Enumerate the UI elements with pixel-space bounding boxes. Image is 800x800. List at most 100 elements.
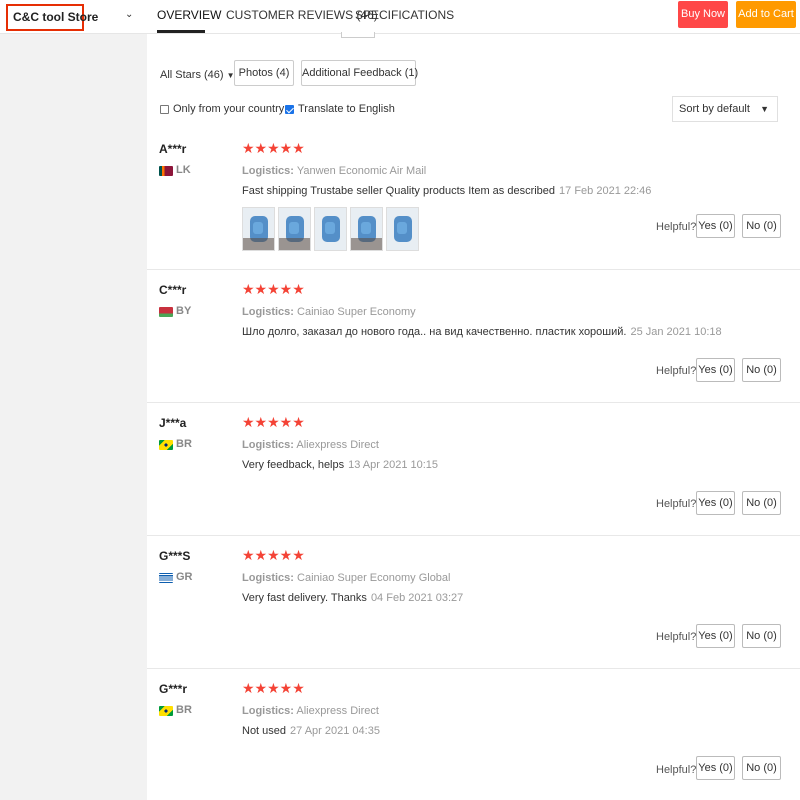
review-item: A***r LK ★★★★★ Logistics: Yanwen Economi… <box>147 130 800 270</box>
tab-overview[interactable]: OVERVIEW <box>157 8 221 22</box>
review-photo[interactable] <box>314 207 347 251</box>
helpful-yes-button[interactable]: Yes (0) <box>696 756 735 780</box>
rating-stars: ★★★★★ <box>242 140 305 156</box>
review-date: 13 Apr 2021 10:15 <box>348 459 439 471</box>
review-date: 17 Feb 2021 22:46 <box>559 185 652 197</box>
chevron-down-icon: ▼ <box>760 104 769 114</box>
reviewer-name: J***a <box>159 416 187 430</box>
helpful-yes-button[interactable]: Yes (0) <box>696 491 735 515</box>
helpful-yes-button[interactable]: Yes (0) <box>696 624 735 648</box>
logistics-info: Logistics: Yanwen Economic Air Mail <box>242 165 426 177</box>
review-text-line: Шло долго, заказал до нового года.. на в… <box>242 326 722 338</box>
helpful-label: Helpful? <box>656 764 697 776</box>
helpful-no-button[interactable]: No (0) <box>742 214 781 238</box>
logistics-value: Yanwen Economic Air Mail <box>296 165 427 177</box>
reviewer-name: G***r <box>159 682 188 696</box>
helpful-label: Helpful? <box>656 498 697 510</box>
flag-gr-icon <box>159 573 173 583</box>
helpful-yes-button[interactable]: Yes (0) <box>696 214 735 238</box>
tab-specifications[interactable]: SPECIFICATIONS <box>355 8 454 22</box>
review-date: 27 Apr 2021 04:35 <box>290 725 380 737</box>
sort-select[interactable]: Sort by default ▼ <box>672 96 778 122</box>
review-text-line: Not used 27 Apr 2021 04:35 <box>242 725 380 737</box>
logistics-info: Logistics: Cainiao Super Economy <box>242 306 416 318</box>
photos-filter-button[interactable]: Photos (4) <box>234 60 294 86</box>
review-date: 25 Jan 2021 10:18 <box>630 326 722 338</box>
top-nav: OVERVIEW CUSTOMER REVIEWS (46) SPECIFICA… <box>147 0 800 38</box>
logistics-label: Logistics: <box>242 572 294 584</box>
reviewer-country: BR <box>176 704 192 716</box>
store-header: C&C tool Store ⌄ <box>0 0 147 34</box>
logistics-value: Cainiao Super Economy <box>297 306 416 318</box>
reviewer-name: C***r <box>159 283 187 297</box>
store-name[interactable]: C&C tool Store <box>6 4 98 31</box>
sort-label: Sort by default <box>679 103 750 115</box>
translate-checkbox[interactable]: Translate to English <box>285 103 395 115</box>
helpful-label: Helpful? <box>656 365 697 377</box>
checkbox-icon <box>160 104 169 114</box>
review-text: Not used <box>242 725 287 737</box>
translate-label: Translate to English <box>298 103 395 115</box>
reviewer-country: BR <box>176 438 192 450</box>
review-photos <box>242 207 419 251</box>
logistics-value: Cainiao Super Economy Global <box>297 572 451 584</box>
only-country-checkbox[interactable]: Only from your country <box>160 103 284 115</box>
additional-feedback-button[interactable]: Additional Feedback (1) <box>301 60 418 86</box>
all-stars-filter[interactable]: All Stars (46) ▼ <box>160 69 235 81</box>
logistics-value: Aliexpress Direct <box>296 439 379 451</box>
review-item: J***a BR ★★★★★ Logistics: Aliexpress Dir… <box>147 404 800 536</box>
review-text-line: Fast shipping Trustabe seller Quality pr… <box>242 185 651 197</box>
review-text-line: Very feedback, helps 13 Apr 2021 10:15 <box>242 459 438 471</box>
rating-stars: ★★★★★ <box>242 680 305 696</box>
reviewer-country: BY <box>176 305 192 317</box>
review-item: C***r BY ★★★★★ Logistics: Cainiao Super … <box>147 271 800 403</box>
sidebar <box>0 0 147 800</box>
review-text: Fast shipping Trustabe seller Quality pr… <box>242 185 556 197</box>
add-to-cart-button[interactable]: Add to Cart <box>736 1 796 28</box>
review-photo[interactable] <box>242 207 275 251</box>
helpful-label: Helpful? <box>656 221 697 233</box>
review-item: G***r BR ★★★★★ Logistics: Aliexpress Dir… <box>147 670 800 800</box>
flag-by-icon <box>159 307 173 317</box>
reviewer-name: G***S <box>159 549 191 563</box>
logistics-info: Logistics: Aliexpress Direct <box>242 705 379 717</box>
reviewer-country: LK <box>176 164 191 176</box>
logistics-label: Logistics: <box>242 705 294 717</box>
helpful-no-button[interactable]: No (0) <box>742 756 781 780</box>
logistics-info: Logistics: Aliexpress Direct <box>242 439 379 451</box>
flag-br-icon <box>159 440 173 450</box>
review-photo[interactable] <box>278 207 311 251</box>
review-item: G***S GR ★★★★★ Logistics: Cainiao Super … <box>147 537 800 669</box>
review-date: 04 Feb 2021 03:27 <box>370 592 464 604</box>
helpful-yes-button[interactable]: Yes (0) <box>696 358 735 382</box>
flag-br-icon <box>159 706 173 716</box>
logistics-label: Logistics: <box>242 165 294 177</box>
helpful-no-button[interactable]: No (0) <box>742 358 781 382</box>
rating-stars: ★★★★★ <box>242 414 305 430</box>
all-stars-label: All Stars (46) <box>160 69 224 81</box>
logistics-info: Logistics: Cainiao Super Economy Global <box>242 572 451 584</box>
logistics-label: Logistics: <box>242 439 294 451</box>
dropdown-stub <box>341 32 375 38</box>
flag-lk-icon <box>159 166 173 176</box>
helpful-label: Helpful? <box>656 631 697 643</box>
review-filters: All Stars (46) ▼ Photos (4) Additional F… <box>147 40 800 130</box>
rating-stars: ★★★★★ <box>242 281 305 297</box>
review-text: Very fast delivery. Thanks <box>242 592 367 604</box>
logistics-label: Logistics: <box>242 306 294 318</box>
review-text-line: Very fast delivery. Thanks 04 Feb 2021 03… <box>242 592 463 604</box>
only-country-label: Only from your country <box>173 103 285 115</box>
helpful-no-button[interactable]: No (0) <box>742 491 781 515</box>
reviewer-name: A***r <box>159 142 187 156</box>
logistics-value: Aliexpress Direct <box>296 705 379 717</box>
chevron-down-icon[interactable]: ⌄ <box>125 9 133 20</box>
active-tab-indicator <box>157 30 205 33</box>
buy-now-button[interactable]: Buy Now <box>678 1 728 28</box>
reviewer-country: GR <box>176 571 193 583</box>
review-text: Very feedback, helps <box>242 459 345 471</box>
review-photo[interactable] <box>386 207 419 251</box>
helpful-no-button[interactable]: No (0) <box>742 624 781 648</box>
review-photo[interactable] <box>350 207 383 251</box>
review-text: Шло долго, заказал до нового года.. на в… <box>242 326 627 338</box>
rating-stars: ★★★★★ <box>242 547 305 563</box>
